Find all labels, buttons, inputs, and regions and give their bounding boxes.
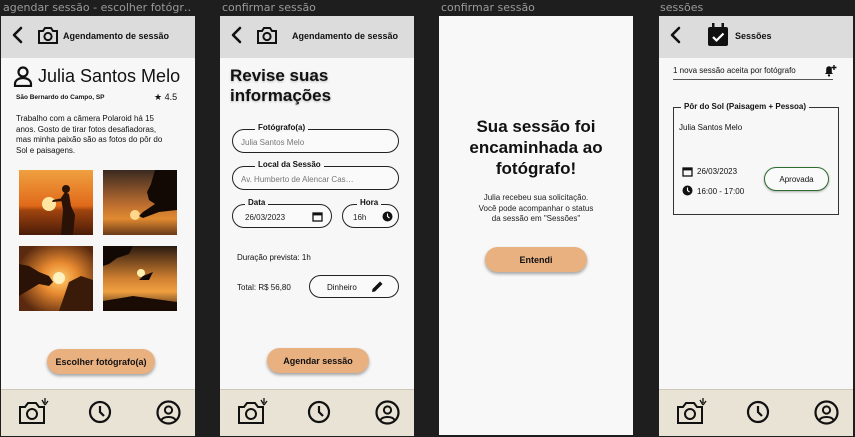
heading-line: fotógrafo! [495,159,577,178]
clock-icon [382,211,393,222]
camera-add-icon[interactable] [676,397,708,427]
profile-icon[interactable] [375,400,400,425]
calendar-check-icon [708,23,728,46]
frame-label-3: confirmar sessão [441,1,535,14]
screen-choose-photographer: Agendamento de sessão Julia Santos Melo … [1,16,195,436]
header-title: Agendamento de sessão [63,31,170,41]
star-icon: ★ [154,92,165,102]
bio-line: mas minha paixão são as fotos do pôr do [16,135,163,144]
calendar-icon [682,167,693,177]
notification-divider [673,79,833,80]
message-line: Você pode acompanhar o status [478,203,594,213]
ok-button[interactable]: Entendi [485,247,587,272]
heading-line: encaminhada ao [469,138,603,157]
session-card-date: 26/03/2023 [697,167,738,176]
app-header: Agendamento de sessão [1,16,195,58]
session-card-title: Pôr do Sol (Paisagem + Pessoa) [681,102,810,111]
heading-line: informações [230,86,332,105]
camera-add-icon[interactable] [237,397,269,427]
clock-icon[interactable] [746,400,770,424]
confirmation-message: Julia recebeu sua solicitação. Você pode… [439,193,633,225]
header-title: Agendamento de sessão [292,31,399,41]
place-field-label: Local da Sessão [255,160,324,169]
gallery-photo-1[interactable] [19,170,93,235]
date-field-value: 26/03/2023 [245,213,286,222]
bio-line: Trabalho com a câmera Polaroid há 15 [16,114,154,123]
place-field-value: Av. Humberto de Alencar Cas… [241,175,354,184]
rating-value: 4.5 [164,92,178,102]
screen-sessions: Sessões 1 nova sessão aceita por fotógra… [659,16,853,436]
choose-photographer-button[interactable]: Escolher fotógrafo(a) [47,349,155,374]
bio-line: anos. Gosto de tirar fotos desafiadoras, [16,124,157,134]
payment-selector[interactable]: Dinheiro [309,275,399,298]
clock-icon [682,185,693,196]
schedule-session-button[interactable]: Agendar sessão [267,348,369,373]
clock-icon[interactable] [307,400,331,424]
session-card-time: 16:00 - 17:00 [697,187,745,196]
profile-icon[interactable] [156,400,181,425]
notification-text: 1 nova sessão aceita por fotógrafo [673,66,796,75]
clock-icon[interactable] [88,400,112,424]
bottom-nav [220,389,414,436]
bell-plus-icon[interactable] [823,63,837,77]
app-header: Sessões [659,16,853,58]
photographer-bio: Trabalho com a câmera Polaroid há 15 ano… [16,114,162,156]
duration-text: Duração prevista: 1h [237,253,311,262]
app-header: Agendamento de sessão [220,16,414,58]
date-field[interactable]: Data 26/03/2023 [232,198,332,228]
gallery-photo-4[interactable] [103,246,177,311]
total-text: Total: R$ 56,80 [237,283,291,292]
page-heading: Revise suas informações [230,66,331,106]
bottom-nav [659,389,853,436]
photographer-field-label: Fotógrafo(a) [255,123,309,132]
screen-review-info: Agendamento de sessão Revise suas inform… [220,16,414,436]
bio-line: Sol e paisagens. [16,145,76,155]
screen-confirmation: Sua sessão foi encaminhada ao fotógrafo!… [439,16,633,435]
heading-line: Revise suas [230,66,329,85]
back-arrow-icon[interactable] [668,26,684,44]
gallery-photo-3[interactable] [19,246,93,311]
back-arrow-icon[interactable] [229,26,245,44]
time-field-label: Hora [357,198,382,207]
message-line: da sessão em "Sessões" [491,214,581,223]
photographer-field-value: Julia Santos Melo [241,138,305,147]
confirmation-heading: Sua sessão foi encaminhada ao fotógrafo! [439,116,633,179]
camera-icon [38,27,58,44]
bottom-nav [1,389,195,436]
status-badge: Aprovada [764,167,829,191]
session-card[interactable]: Pôr do Sol (Paisagem + Pessoa) Julia San… [673,102,839,215]
edit-pencil-icon[interactable] [371,280,384,293]
gallery-photo-2[interactable] [103,170,177,235]
frame-label-1: agendar sessão - escolher fotógr… [3,1,191,14]
payment-value: Dinheiro [327,283,357,292]
session-card-name: Julia Santos Melo [679,123,743,132]
frame-label-4: sessões [660,1,704,14]
frame-label-2: confirmar sessão [222,1,316,14]
calendar-icon [312,212,323,222]
profile-icon[interactable] [814,400,839,425]
time-field-value: 16h [353,213,367,222]
place-field[interactable]: Local da Sessão Av. Humberto de Alencar … [232,160,399,190]
message-line: Julia recebeu sua solicitação. [483,193,589,202]
photographer-location: São Bernardo do Campo, SP [16,94,105,101]
date-field-label: Data [245,198,269,207]
camera-icon [257,27,277,44]
time-field[interactable]: Hora 16h [342,198,399,228]
photographer-name: Julia Santos Melo [38,66,181,86]
header-title: Sessões [735,31,772,41]
camera-add-icon[interactable] [18,397,50,427]
photographer-field[interactable]: Fotógrafo(a) Julia Santos Melo [232,123,399,153]
heading-line: Sua sessão foi [476,117,596,136]
person-icon [13,66,33,87]
rating: ★ 4.5 [154,92,177,103]
back-arrow-icon[interactable] [10,26,26,44]
